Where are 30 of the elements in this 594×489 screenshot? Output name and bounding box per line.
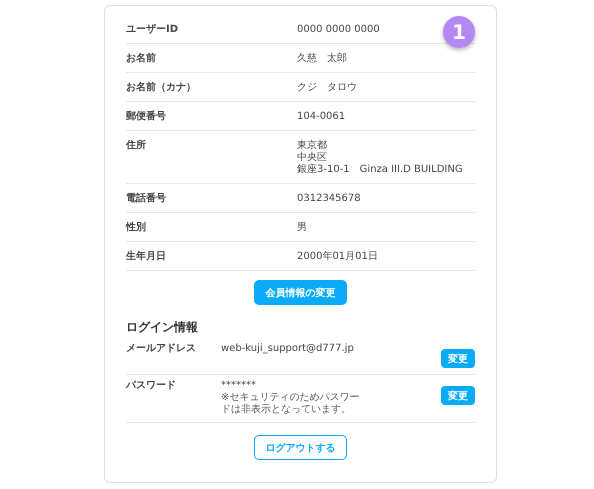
- field-label: お名前（カナ）: [126, 82, 197, 94]
- field-value: クジ タロウ: [297, 82, 357, 94]
- field-value: 銀座3-10-1 Ginza III.D BUILDING: [297, 164, 463, 176]
- field-label: 郵便番号: [126, 111, 167, 123]
- note-text: ※セキュリティのためパスワー: [221, 392, 360, 404]
- field-value: 久慈 太郎: [297, 53, 347, 65]
- field-label: 性別: [126, 222, 147, 234]
- field-value: 2000年01月01日: [297, 251, 378, 263]
- edit-profile-button[interactable]: 会員情報の変更: [254, 280, 347, 305]
- change-button[interactable]: 変更: [441, 386, 475, 405]
- change-button[interactable]: 変更: [441, 349, 475, 368]
- field-value: web-kuji_support@d777.jp: [221, 343, 354, 355]
- field-value: 東京都: [297, 140, 327, 152]
- field-label: メールアドレス: [126, 343, 197, 355]
- field-value: 中央区: [297, 152, 327, 164]
- field-value: *******: [221, 380, 256, 392]
- field-value: 0000 0000 0000: [297, 24, 380, 36]
- field-label: 電話番号: [126, 193, 167, 205]
- field-label: お名前: [126, 53, 157, 65]
- field-label: 住所: [126, 140, 147, 153]
- field-value: 男: [297, 222, 307, 234]
- number-badge: 1: [443, 16, 475, 48]
- field-value: 0312345678: [297, 193, 361, 205]
- field-value: 104-0061: [297, 111, 346, 123]
- field-label: ユーザーID: [126, 24, 180, 36]
- section-heading: ログイン情報: [126, 319, 199, 336]
- logout-button[interactable]: ログアウトする: [254, 435, 347, 460]
- note-text: ドは非表示となっています。: [221, 404, 351, 416]
- field-label: パスワード: [126, 380, 177, 392]
- field-label: 生年月日: [126, 251, 167, 263]
